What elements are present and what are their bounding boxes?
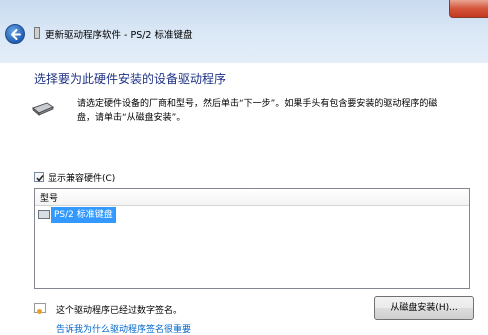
- list-item-label: PS/2 标准键盘: [51, 207, 116, 223]
- show-compatible-checkbox[interactable]: [34, 172, 44, 182]
- checkmark-icon: [36, 175, 44, 182]
- show-compatible-label[interactable]: 显示兼容硬件(C): [48, 171, 115, 184]
- model-column-label: 型号: [40, 194, 59, 204]
- title-bar: 更新驱动程序软件 - PS/2 标准键盘: [0, 0, 488, 63]
- window-title: 更新驱动程序软件 - PS/2 标准键盘: [45, 30, 193, 41]
- signature-status-text: 这个驱动程序已经过数字签名。: [56, 306, 183, 316]
- have-disk-button[interactable]: 从磁盘安装(H)...: [374, 296, 474, 320]
- close-button[interactable]: [449, 0, 488, 18]
- model-column-header[interactable]: 型号: [35, 189, 469, 206]
- why-signing-link[interactable]: 告诉我为什么驱动程序签名很重要: [56, 322, 191, 335]
- certificate-icon: [34, 303, 46, 314]
- keyboard-icon: [38, 210, 50, 219]
- instruction-text: 请选定硬件设备的厂商和型号，然后单击“下一步”。如果手头有包含要安装的驱动程序的…: [77, 97, 477, 125]
- instruction-line-2: 盘，请单击“从磁盘安装”。: [77, 113, 186, 123]
- back-button[interactable]: [5, 24, 25, 44]
- instruction-line-1: 请选定硬件设备的厂商和型号，然后单击“下一步”。如果手头有包含要安装的驱动程序的…: [77, 99, 438, 109]
- device-manager-icon: [34, 27, 40, 39]
- back-arrow-icon: [11, 29, 21, 40]
- model-listbox[interactable]: 型号 PS/2 标准键盘: [34, 188, 470, 289]
- page-heading: 选择要为此硬件安装的设备驱动程序: [34, 72, 227, 86]
- keyboard-icon: [32, 102, 54, 116]
